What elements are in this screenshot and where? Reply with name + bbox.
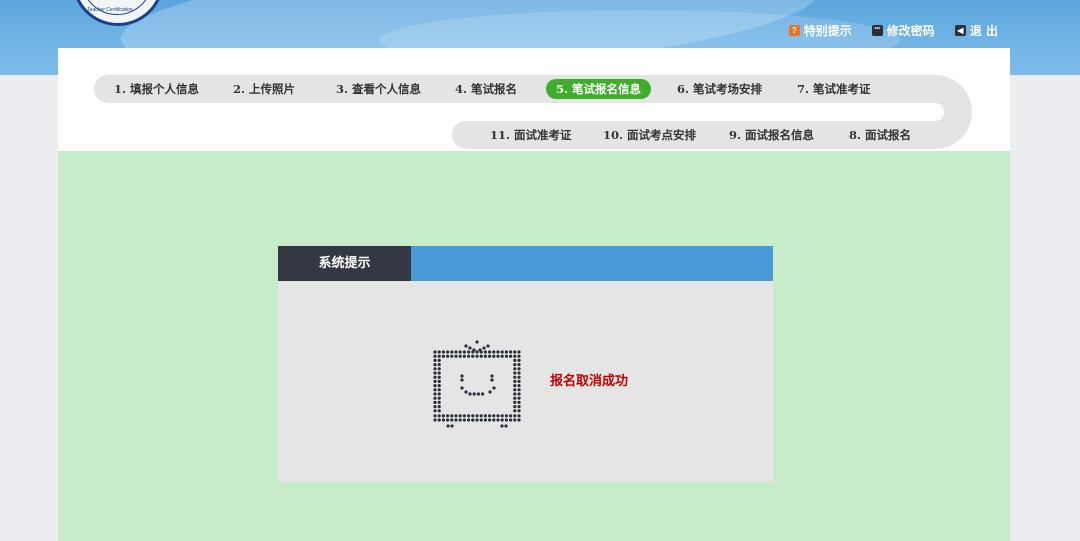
change-password-label: 修改密码 (886, 24, 935, 38)
special-notice-label: 特别提示 (803, 24, 852, 38)
step-7-written-admission-ticket[interactable]: 7. 笔试准考证 (797, 79, 871, 99)
step-1-fill-personal-info[interactable]: 1. 填报个人信息 (114, 79, 199, 99)
step-5-written-exam-info[interactable]: 5. 笔试报名信息 (546, 79, 652, 99)
dialog-header: 系统提示 (278, 246, 773, 281)
step-2-upload-photo[interactable]: 2. 上传照片 (233, 79, 295, 99)
step-9-interview-registration-info[interactable]: 9. 面试报名信息 (729, 125, 814, 145)
step-6-written-exam-room[interactable]: 6. 笔试考场安排 (677, 79, 762, 99)
logout-icon: ◀ (954, 25, 966, 36)
step-4-written-exam-registration[interactable]: 4. 笔试报名 (455, 79, 517, 99)
status-message: 报名取消成功 (550, 374, 629, 389)
step-3-view-personal-info[interactable]: 3. 查看个人信息 (336, 79, 421, 99)
step-8-interview-registration[interactable]: 8. 面试报名 (849, 125, 911, 145)
step-10-interview-venue[interactable]: 10. 面试考点安排 (603, 125, 696, 145)
dialog-title: 系统提示 (278, 246, 411, 281)
special-notice-link[interactable]: ? 特别提示 (788, 22, 852, 39)
logout-link[interactable]: ◀ 退 出 (954, 22, 998, 39)
logo-text: Teacher Certification (87, 7, 133, 13)
system-dialog: 系统提示 报名取消成功 (278, 246, 773, 482)
main-panel: 1. 填报个人信息 2. 上传照片 3. 查看个人信息 4. 笔试报名 5. 笔… (58, 48, 1010, 541)
step-11-interview-admission-ticket[interactable]: 11. 面试准考证 (490, 125, 572, 145)
password-icon: *** (871, 25, 883, 36)
top-links: ? 特别提示 *** 修改密码 ◀ 退 出 (788, 22, 998, 39)
notice-icon: ? (788, 25, 800, 36)
tv-smile-icon (433, 340, 521, 428)
content-area: 系统提示 报名取消成功 (58, 151, 1010, 541)
step-navigation: 1. 填报个人信息 2. 上传照片 3. 查看个人信息 4. 笔试报名 5. 笔… (58, 48, 1010, 151)
change-password-link[interactable]: *** 修改密码 (871, 22, 935, 39)
step-track-gap (608, 103, 944, 121)
logout-label: 退 出 (969, 24, 998, 38)
